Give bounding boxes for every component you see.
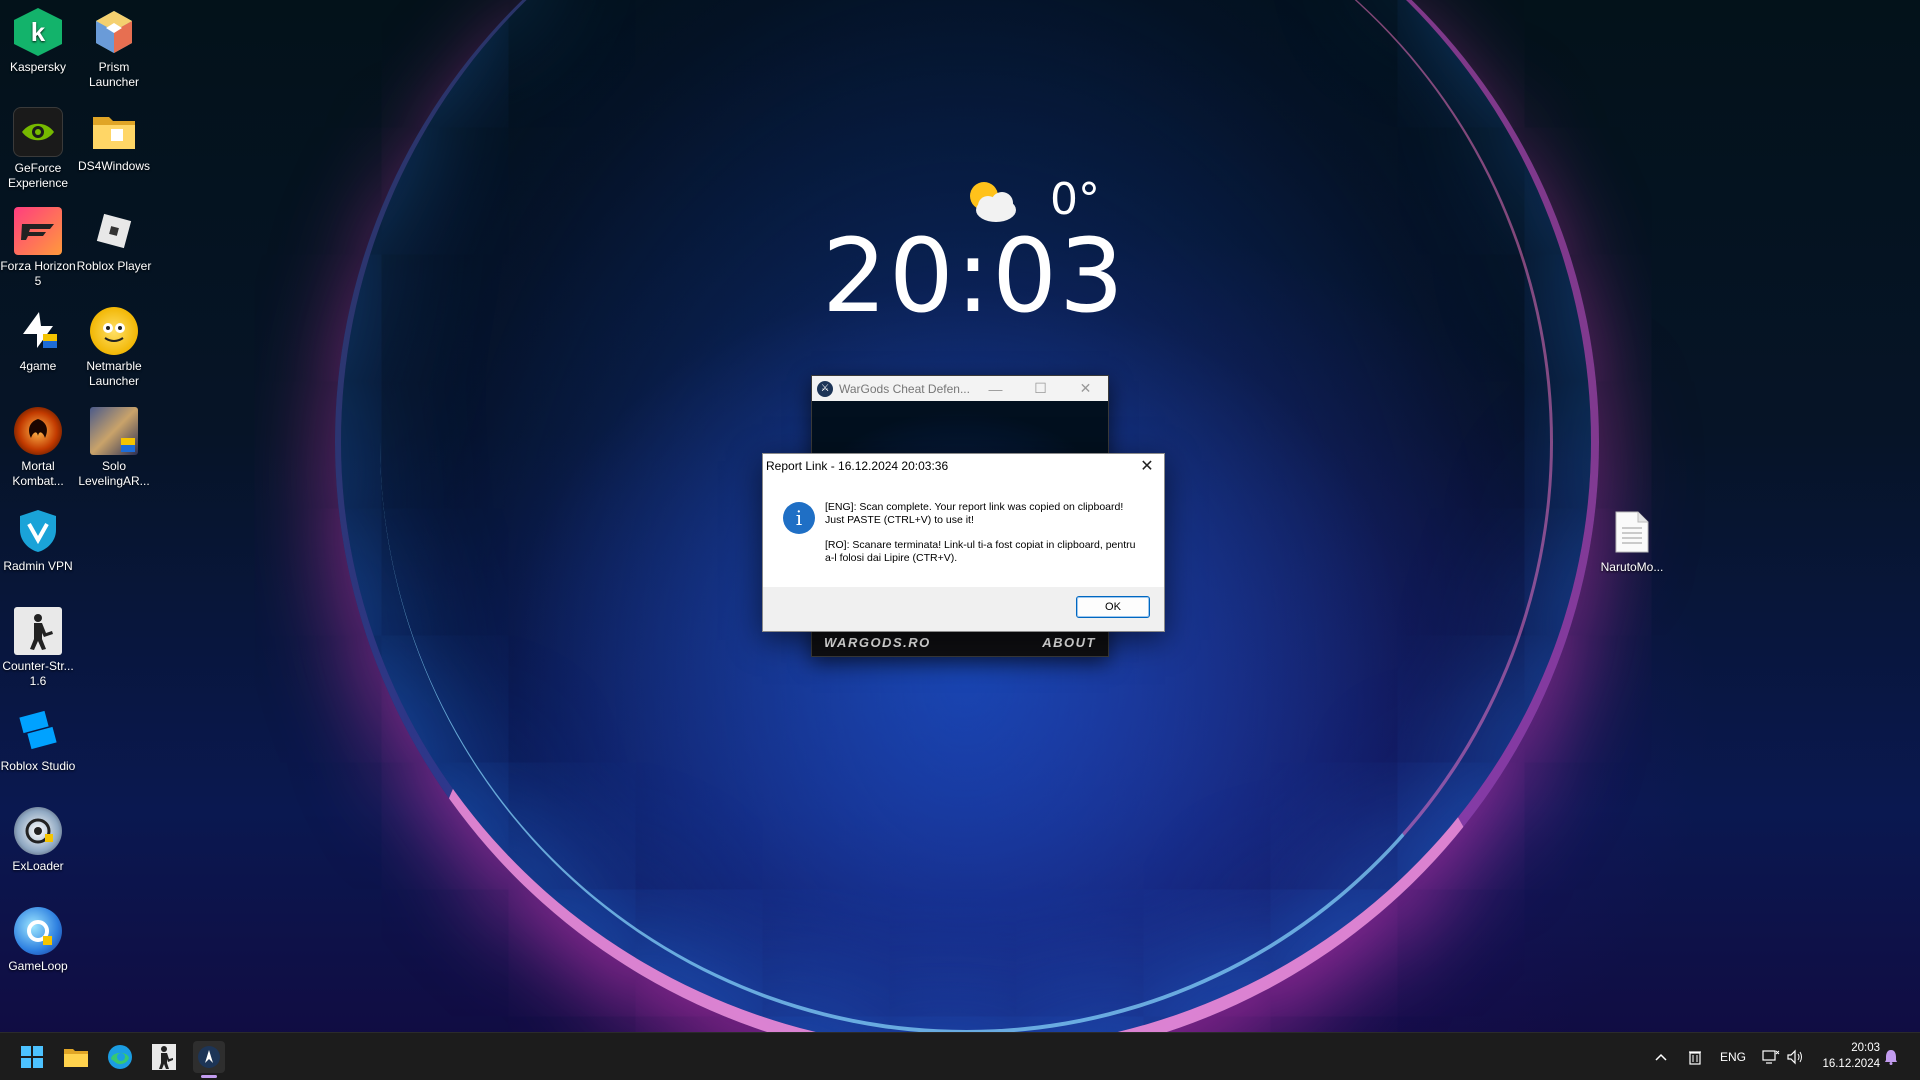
desktop-icon-label: Forza Horizon 5 [0, 259, 76, 288]
dialog-close-icon[interactable]: ✕ [1130, 454, 1164, 478]
solo-leveling-icon [90, 407, 138, 455]
desktop-icon-ds4windows[interactable]: DS4Windows [76, 107, 152, 174]
desktop-icon-label: Radmin VPN [3, 559, 73, 573]
desktop-icon-counter-strike[interactable]: Counter-Str... 1.6 [0, 607, 76, 689]
network-icon[interactable] [1762, 1033, 1780, 1080]
active-app-indicator [201, 1075, 217, 1078]
mortal-kombat-icon [14, 407, 62, 455]
desktop-icon-exloader[interactable]: ExLoader [0, 807, 76, 874]
desktop-icon-gameloop[interactable]: GameLoop [0, 907, 76, 974]
dialog-body: i [ENG]: Scan complete. Your report link… [763, 478, 1164, 586]
desktop-icon-roblox-player[interactable]: Roblox Player [76, 207, 152, 274]
desktop-icon-label: Netmarble Launcher [86, 359, 142, 388]
exloader-icon [14, 807, 62, 855]
desktop-icon-label: Kaspersky [9, 60, 67, 74]
dialog-title: Report Link - 16.12.2024 20:03:36 [766, 459, 949, 473]
desktop-icon-kaspersky[interactable]: k Kaspersky [0, 8, 76, 75]
wargods-site-link[interactable]: WARGODS.RO [812, 635, 943, 650]
desktop-icon-label: 4game [19, 359, 57, 373]
maximize-icon[interactable]: ☐ [1018, 376, 1063, 401]
desktop-icon-label: Prism Launcher [88, 60, 140, 89]
desktop-icon-label: GeForce Experience [7, 161, 69, 190]
close-icon[interactable]: ✕ [1063, 376, 1108, 401]
wargods-footer: WARGODS.RO ABOUT [812, 628, 1108, 656]
desktop-icon-naruto-file[interactable]: NarutoMo... [1594, 508, 1670, 575]
desktop-icon-label: Roblox Player [76, 259, 152, 273]
desktop-icon-label: Roblox Studio [0, 759, 76, 773]
text-file-icon [1608, 508, 1656, 556]
desktop-icon-label: NarutoMo... [1600, 560, 1664, 574]
desktop-icon-label: Solo LevelingAR... [78, 459, 150, 488]
4game-icon [14, 307, 62, 355]
wargods-taskbar-icon[interactable] [193, 1041, 225, 1073]
roblox-icon [90, 207, 138, 255]
roblox-studio-icon [14, 707, 62, 755]
taskbar-time: 20:03 [1851, 1042, 1880, 1054]
desktop-icon-roblox-studio[interactable]: Roblox Studio [0, 707, 76, 774]
desktop-icon-mortal-kombat[interactable]: Mortal Kombat... [0, 407, 76, 489]
desktop-icon-geforce[interactable]: GeForce Experience [0, 107, 76, 191]
edge-browser-icon[interactable] [104, 1041, 136, 1073]
desktop-icon-label: ExLoader [12, 859, 64, 873]
desktop-icon-label: DS4Windows [77, 159, 151, 173]
dialog-message: [ENG]: Scan complete. Your report link w… [825, 501, 1145, 577]
volume-icon[interactable] [1786, 1033, 1804, 1080]
wargods-about-button[interactable]: ABOUT [1030, 635, 1108, 650]
desktop-icon-4game[interactable]: 4game [0, 307, 76, 374]
dialog-footer: OK [763, 587, 1164, 631]
netmarble-icon [90, 307, 138, 355]
prism-launcher-icon [90, 8, 138, 56]
desktop-icon-label: GameLoop [8, 959, 68, 973]
desktop-icon-radmin-vpn[interactable]: Radmin VPN [0, 507, 76, 574]
wargods-window-title: WarGods Cheat Defen... [839, 381, 970, 396]
show-hidden-icons-chevron-up-icon[interactable] [1654, 1033, 1668, 1080]
gameloop-icon [14, 907, 62, 955]
desktop-icon-label: Mortal Kombat... [12, 459, 64, 488]
recycle-tray-icon[interactable] [1688, 1033, 1702, 1080]
info-icon: i [783, 502, 815, 534]
counter-strike-icon [14, 607, 62, 655]
desktop-icon-prism-launcher[interactable]: Prism Launcher [76, 8, 152, 90]
wargods-app-icon: ⚔ [817, 380, 833, 397]
ok-button[interactable]: OK [1076, 596, 1150, 618]
dialog-titlebar[interactable]: Report Link - 16.12.2024 20:03:36 ✕ [763, 454, 1164, 478]
taskbar: ENG 20:03 16.12.2024 [0, 1032, 1920, 1080]
desktop-icon-forza[interactable]: Forza Horizon 5 [0, 207, 76, 289]
counter-strike-taskbar-icon[interactable] [148, 1041, 180, 1073]
radmin-vpn-icon [14, 507, 62, 555]
dialog-message-eng: [ENG]: Scan complete. Your report link w… [825, 501, 1124, 526]
windows-start-icon[interactable] [16, 1041, 48, 1073]
forza-icon [14, 207, 62, 255]
file-explorer-icon[interactable] [60, 1041, 92, 1073]
desktop-icon-label: Counter-Str... 1.6 [2, 659, 74, 688]
report-link-dialog[interactable]: Report Link - 16.12.2024 20:03:36 ✕ i [E… [762, 453, 1165, 632]
taskbar-date: 16.12.2024 [1822, 1058, 1880, 1070]
folder-icon [90, 107, 138, 155]
minimize-icon[interactable]: — [973, 376, 1018, 401]
wargods-titlebar[interactable]: ⚔ WarGods Cheat Defen... — ☐ ✕ [812, 376, 1108, 401]
kaspersky-icon: k [14, 8, 62, 56]
dialog-message-ro: [RO]: Scanare terminata! Link-ul ti-a fo… [825, 539, 1136, 564]
taskbar-clock[interactable]: 20:03 16.12.2024 [1808, 1040, 1880, 1072]
desktop-icon-solo-leveling[interactable]: Solo LevelingAR... [76, 407, 152, 489]
desktop-clock: 20:03 [822, 217, 1126, 336]
nvidia-icon [13, 107, 63, 157]
desktop-icon-netmarble[interactable]: Netmarble Launcher [76, 307, 152, 389]
notification-bell-icon[interactable] [1884, 1033, 1898, 1080]
language-indicator[interactable]: ENG [1720, 1033, 1746, 1080]
